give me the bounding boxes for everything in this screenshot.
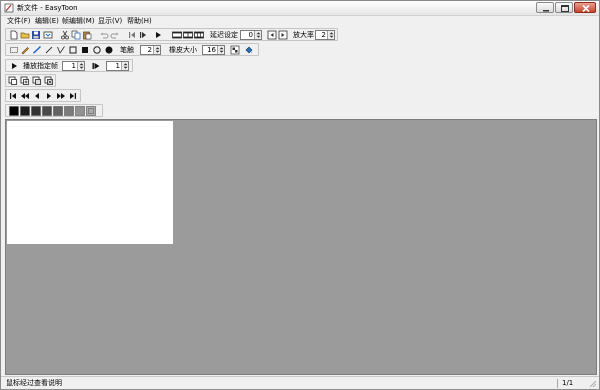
eraser-size-value: 16 — [207, 46, 216, 54]
next-frame-icon[interactable] — [138, 30, 148, 40]
menu-frame-edit[interactable]: 帧编辑(M) — [62, 16, 95, 26]
spinner-arrows-icon[interactable] — [153, 46, 160, 54]
pen-width-value: 2 — [147, 46, 152, 54]
delay-label: 延迟设定 — [210, 31, 238, 39]
delete-frame-icon[interactable] — [44, 76, 54, 86]
frame-strip-double-icon[interactable] — [183, 30, 193, 40]
close-button[interactable] — [574, 2, 596, 13]
step-forward-icon[interactable] — [44, 91, 54, 101]
brush-icon[interactable] — [32, 45, 42, 55]
fast-forward-icon[interactable] — [56, 91, 66, 101]
copy-icon[interactable] — [71, 30, 81, 40]
color-swatch-pattern[interactable] — [86, 106, 96, 116]
start-frame-spinner[interactable]: 1 — [62, 61, 85, 71]
delay-value: 0 — [248, 31, 253, 39]
page-counter: 1/1 — [562, 379, 574, 387]
menu-edit[interactable]: 编辑(E) — [35, 16, 59, 26]
save-icon[interactable] — [31, 30, 41, 40]
color-swatch-black[interactable] — [9, 106, 19, 116]
status-bar: 鼠标经过查看说明 1/1 — [1, 376, 599, 389]
spinner-arrows-icon[interactable] — [217, 46, 224, 54]
color-swatch-gray-5[interactable] — [64, 106, 74, 116]
main-toolbar: 延迟设定 0 放大率 2 — [5, 28, 338, 41]
delay-spinner[interactable]: 0 — [240, 30, 262, 40]
frame-strip-triple-icon[interactable] — [194, 30, 204, 40]
spinner-arrows-icon[interactable] — [254, 31, 261, 39]
menu-bar: 文件(F) 编辑(E) 帧编辑(M) 显示(V) 帮助(H) — [1, 16, 599, 26]
status-divider — [557, 379, 558, 388]
rectangle-icon[interactable] — [68, 45, 78, 55]
new-file-icon[interactable] — [9, 30, 19, 40]
undo-icon[interactable] — [99, 30, 109, 40]
line-icon[interactable] — [44, 45, 54, 55]
color-swatch-gray-6[interactable] — [75, 106, 85, 116]
maximize-button[interactable] — [555, 2, 573, 13]
start-frame-value: 1 — [71, 62, 76, 70]
workspace-area — [5, 119, 597, 375]
export-icon[interactable] — [43, 30, 53, 40]
first-frame-icon[interactable] — [8, 91, 18, 101]
zoom-spinner[interactable]: 2 — [315, 30, 335, 40]
open-folder-icon[interactable] — [20, 30, 30, 40]
title-bar: 新文件 - EasyToon — [1, 1, 599, 16]
zoom-value: 2 — [321, 31, 326, 39]
play-range-label: 播放指定帧 — [23, 62, 58, 70]
pen-width-spinner[interactable]: 2 — [140, 45, 161, 55]
frame-navigation-toolbar — [5, 89, 81, 102]
ellipse-icon[interactable] — [92, 45, 102, 55]
add-frame-icon[interactable] — [20, 76, 30, 86]
filled-rectangle-icon[interactable] — [80, 45, 90, 55]
fill-bucket-icon[interactable] — [244, 45, 254, 55]
eraser-size-spinner[interactable]: 16 — [202, 45, 225, 55]
app-icon — [4, 3, 14, 13]
drawing-toolbar: 笔触 2 橡皮大小 16 — [5, 43, 259, 56]
pen-width-label: 笔触 — [120, 46, 134, 54]
color-swatch-gray-2[interactable] — [31, 106, 41, 116]
loop-forward-icon[interactable] — [278, 30, 288, 40]
filled-ellipse-icon[interactable] — [104, 45, 114, 55]
color-swatch-gray-4[interactable] — [53, 106, 63, 116]
color-swatch-gray-1[interactable] — [20, 106, 30, 116]
color-swatch-gray-3[interactable] — [42, 106, 52, 116]
paste-icon[interactable] — [82, 30, 92, 40]
copy-frame-icon[interactable] — [32, 76, 42, 86]
previous-frame-icon[interactable] — [127, 30, 137, 40]
polyline-icon[interactable] — [56, 45, 66, 55]
drawing-canvas[interactable] — [7, 121, 173, 244]
menu-view[interactable]: 显示(V) — [98, 16, 122, 26]
color-palette-toolbar — [5, 104, 103, 117]
frame-strip-icon[interactable] — [172, 30, 182, 40]
play-icon[interactable] — [153, 30, 163, 40]
end-frame-value: 1 — [115, 62, 120, 70]
status-hint: 鼠标经过查看说明 — [6, 379, 62, 387]
menu-file[interactable]: 文件(F) — [7, 16, 31, 26]
end-frame-spinner[interactable]: 1 — [106, 61, 129, 71]
step-back-icon[interactable] — [32, 91, 42, 101]
select-rect-icon[interactable] — [9, 45, 19, 55]
eraser-size-label: 橡皮大小 — [169, 46, 197, 54]
set-range-icon[interactable] — [91, 61, 101, 71]
spinner-arrows-icon[interactable] — [327, 31, 334, 39]
redo-icon[interactable] — [110, 30, 120, 40]
last-frame-icon[interactable] — [68, 91, 78, 101]
zoom-label: 放大率 — [293, 31, 314, 39]
rewind-icon[interactable] — [20, 91, 30, 101]
app-window: 新文件 - EasyToon 文件(F) 编辑(E) 帧编辑(M) 显示(V) … — [0, 0, 600, 390]
menu-help[interactable]: 帮助(H) — [127, 16, 152, 26]
minimize-button[interactable] — [536, 2, 554, 13]
loop-back-icon[interactable] — [267, 30, 277, 40]
play-range-toolbar: 播放指定帧 1 1 — [5, 59, 133, 72]
spinner-arrows-icon[interactable] — [121, 62, 128, 70]
window-title: 新文件 - EasyToon — [17, 4, 78, 12]
resize-grip-icon[interactable] — [588, 379, 597, 388]
color-picker-icon[interactable] — [230, 45, 240, 55]
frame-ops-toolbar — [5, 74, 56, 87]
play-range-icon[interactable] — [9, 61, 19, 71]
pencil-icon[interactable] — [20, 45, 30, 55]
cut-icon[interactable] — [60, 30, 70, 40]
spinner-arrows-icon[interactable] — [77, 62, 84, 70]
insert-frame-icon[interactable] — [8, 76, 18, 86]
